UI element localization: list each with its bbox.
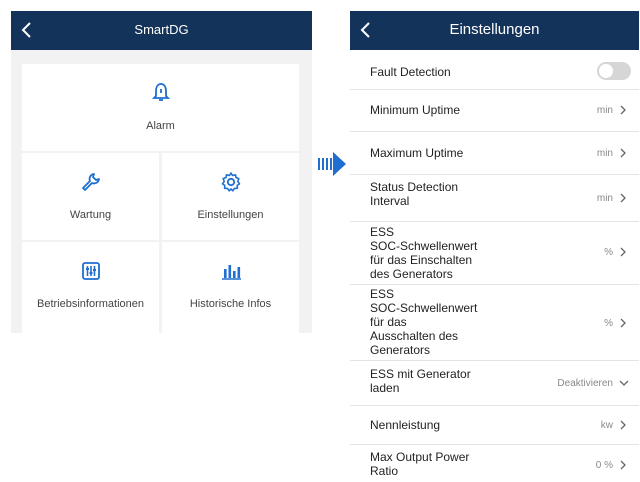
setting-label: Status Detection Interval — [370, 180, 459, 208]
chevron-right-icon — [620, 318, 626, 328]
setting-label: Minimum Uptime — [370, 103, 461, 117]
setting-label: ESS SOC-Schwellenwert für das Einschalte… — [370, 225, 478, 281]
setting-label: ESS SOC-Schwellenwert für das Ausschalte… — [370, 287, 478, 357]
historische-infos-label: Historische Infos — [189, 298, 272, 310]
right-phone-screen: Einstellungen Fault Detection Minimum Up… — [350, 11, 639, 482]
einstellungen-label: Einstellungen — [197, 209, 264, 221]
app-title: SmartDG — [134, 22, 189, 37]
menu-tile-wartung[interactable]: Wartung — [22, 153, 159, 240]
setting-row-ess-mit-generator-laden[interactable]: ESS mit Generator laden Deaktivieren — [350, 361, 639, 406]
setting-value: min — [596, 148, 613, 159]
chevron-right-icon — [620, 420, 626, 430]
setting-value: 0 % — [595, 460, 613, 471]
setting-row-ess-soc-ausschalten[interactable]: ESS SOC-Schwellenwert für das Ausschalte… — [350, 285, 639, 361]
setting-label: Fault Detection — [370, 65, 451, 79]
settings-title: Einstellungen — [449, 21, 540, 38]
setting-row-max-output-power-ratio[interactable]: Max Output Power Ratio 0 % — [350, 445, 639, 481]
menu-tile-betriebsinformationen[interactable]: Betriebsinformationen — [22, 242, 159, 333]
app-header: SmartDG — [11, 11, 312, 50]
sliders-icon — [81, 262, 100, 280]
menu-tile-historische-infos[interactable]: Historische Infos — [162, 242, 299, 333]
setting-label: Maximum Uptime — [370, 146, 464, 160]
setting-value: min — [596, 193, 613, 204]
betriebsinformationen-label: Betriebsinformationen — [36, 298, 144, 310]
alarm-label: Alarm — [146, 120, 175, 132]
left-phone-screen: SmartDG Alarm Wartung Einstellungen Betr… — [11, 11, 312, 333]
chevron-right-icon — [620, 148, 626, 158]
chevron-right-icon — [620, 193, 626, 203]
menu-tile-einstellungen[interactable]: Einstellungen — [162, 153, 299, 240]
setting-label: Max Output Power Ratio — [370, 450, 470, 478]
chevron-right-icon — [620, 460, 626, 470]
setting-row-minimum-uptime[interactable]: Minimum Uptime min — [350, 90, 639, 132]
wartung-label: Wartung — [69, 209, 112, 221]
setting-row-nennleistung[interactable]: Nennleistung kw — [350, 406, 639, 445]
settings-header: Einstellungen — [350, 11, 639, 50]
setting-value: min — [596, 105, 613, 116]
setting-value: % — [604, 318, 613, 329]
chevron-down-icon[interactable] — [619, 378, 629, 388]
setting-row-ess-soc-einschalten[interactable]: ESS SOC-Schwellenwert für das Einschalte… — [350, 222, 639, 285]
chevron-right-icon — [620, 247, 626, 257]
chevron-right-icon — [620, 105, 626, 115]
menu-tile-alarm[interactable]: Alarm — [22, 64, 299, 151]
wrench-icon — [81, 173, 100, 191]
setting-label: Nennleistung — [370, 418, 441, 432]
setting-label: ESS mit Generator laden — [370, 367, 471, 395]
deaktivieren-dropdown-value[interactable]: Deaktivieren — [557, 378, 613, 389]
fault-detection-toggle[interactable] — [597, 62, 631, 80]
transition-arrow-icon — [318, 152, 346, 176]
setting-value: kw — [600, 420, 613, 431]
bell-icon — [151, 83, 170, 101]
setting-row-maximum-uptime[interactable]: Maximum Uptime min — [350, 132, 639, 175]
setting-value: % — [604, 247, 613, 258]
gear-icon — [221, 172, 240, 192]
bar-chart-icon — [221, 265, 241, 280]
setting-row-fault-detection[interactable]: Fault Detection — [350, 53, 639, 90]
setting-row-status-detection-interval[interactable]: Status Detection Interval min — [350, 175, 639, 222]
